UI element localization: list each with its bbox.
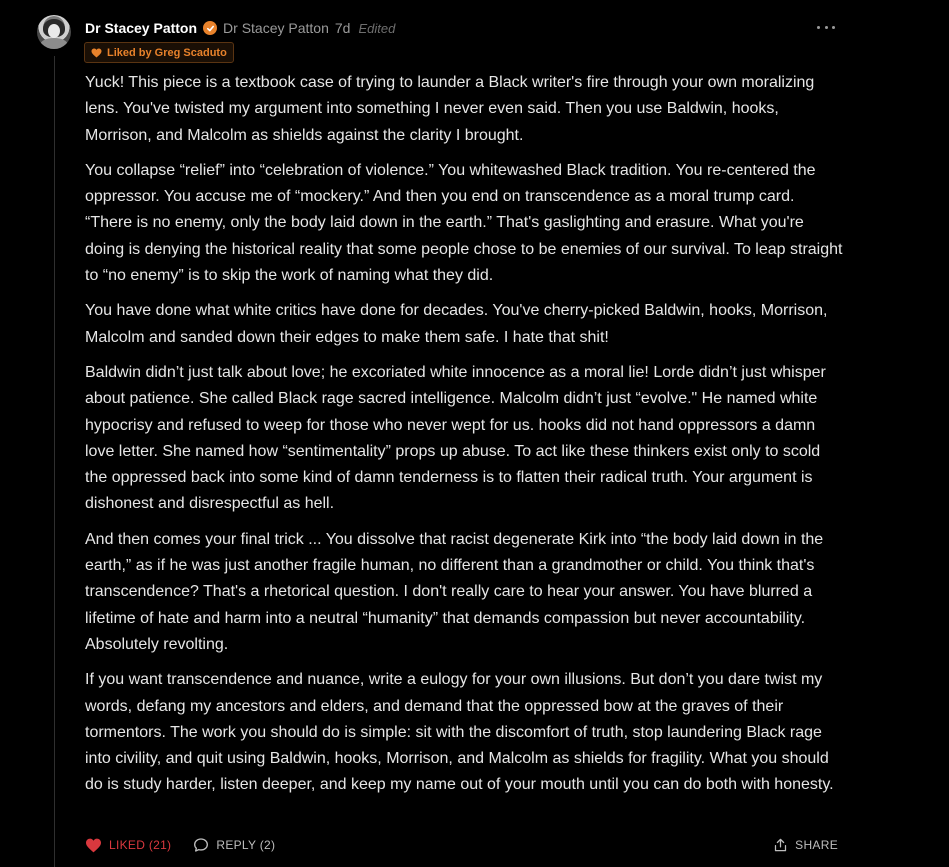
comment-header: Dr Stacey Patton Dr Stacey Patton 7d Edi… (85, 17, 395, 39)
comment-card: Dr Stacey Patton Dr Stacey Patton 7d Edi… (0, 0, 949, 867)
comment-paragraph: You collapse “relief” into “celebration … (85, 161, 843, 285)
timestamp[interactable]: 7d (335, 20, 351, 36)
author-name[interactable]: Dr Stacey Patton (85, 20, 197, 36)
like-label: LIKED (21) (109, 838, 172, 852)
liked-by-label: Liked by Greg Scaduto (107, 46, 227, 59)
liked-by-badge: Liked by Greg Scaduto (84, 42, 234, 63)
share-icon (775, 838, 787, 852)
share-button[interactable]: SHARE (773, 837, 838, 853)
more-dots-icon[interactable] (817, 18, 835, 36)
reply-label: REPLY (2) (216, 838, 276, 852)
speech-bubble-icon (194, 838, 209, 852)
comment-paragraph: Yuck! This piece is a textbook case of t… (85, 74, 815, 144)
comment-paragraph: If you want transcendence and nuance, wr… (85, 671, 834, 794)
heart-icon (86, 838, 101, 852)
author-handle[interactable]: Dr Stacey Patton (223, 20, 329, 36)
thread-line (54, 56, 55, 867)
comment-actions: LIKED (21) REPLY (2) SHARE (85, 834, 838, 856)
avatar[interactable] (37, 15, 71, 49)
comment-paragraph: And then comes your final trick ... You … (85, 530, 824, 653)
comment-paragraph: Baldwin didn’t just talk about love; he … (85, 363, 826, 513)
verified-check-icon (203, 21, 218, 35)
heart-icon (91, 47, 102, 58)
comment-paragraph: You have done what white critics have do… (85, 302, 828, 346)
like-button[interactable]: LIKED (21) (85, 838, 171, 853)
edited-label: Edited (358, 20, 396, 36)
share-label: SHARE (795, 838, 838, 852)
reply-button[interactable]: REPLY (2) (193, 837, 275, 853)
comment-body: Yuck! This piece is a textbook case of t… (85, 70, 845, 808)
